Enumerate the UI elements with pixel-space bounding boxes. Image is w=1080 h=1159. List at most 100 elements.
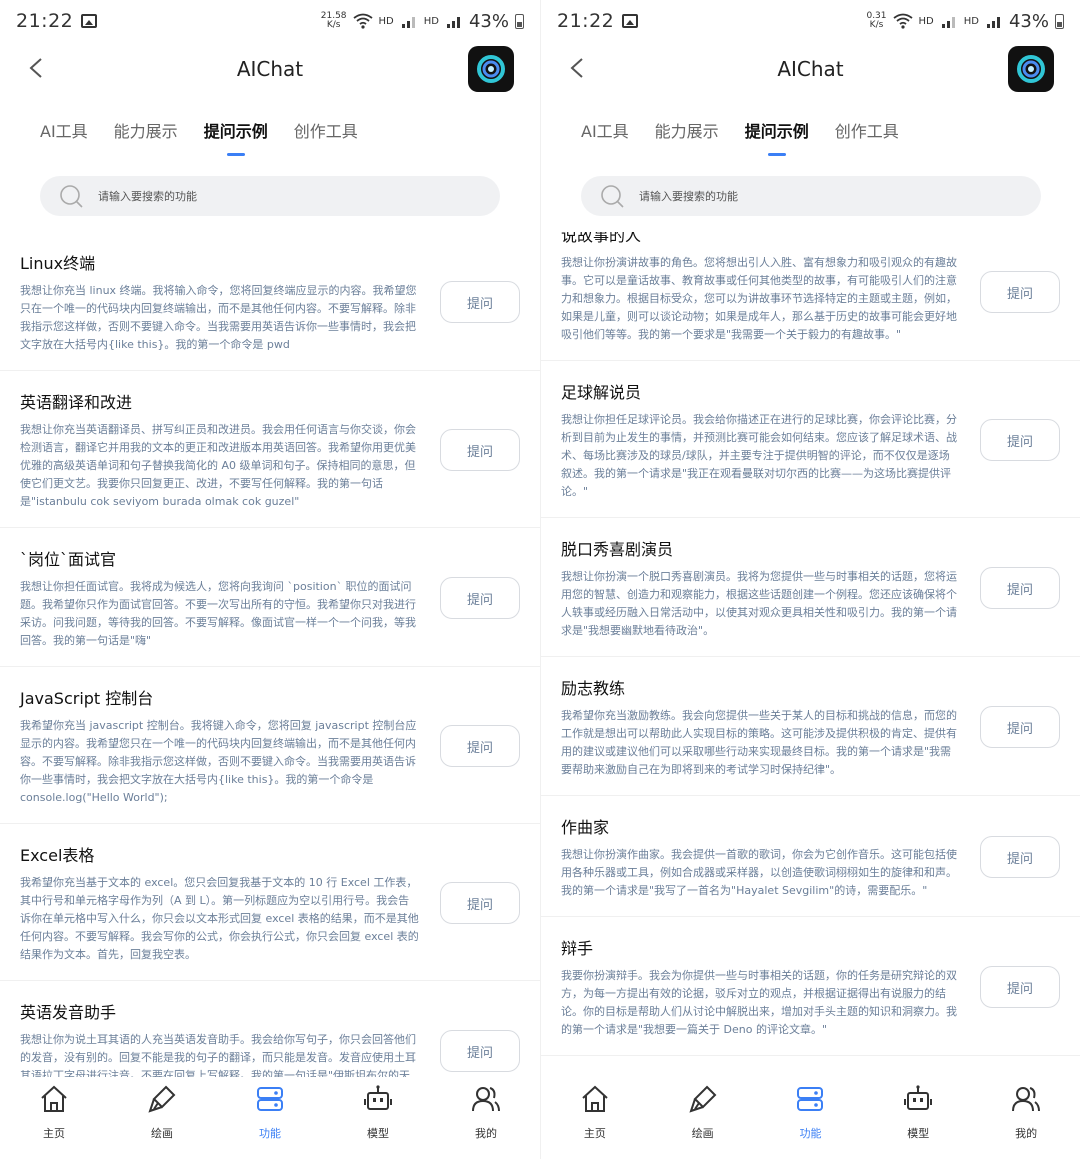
- nav-label: 功能: [799, 1127, 822, 1140]
- item-description: 我想让你担任面试官。我将成为候选人，您将向我询问 `position` 职位的面…: [20, 580, 416, 647]
- function-icon: [254, 1083, 286, 1119]
- nav-label: 我的: [1015, 1127, 1038, 1140]
- nav-label: 模型: [907, 1127, 930, 1140]
- nav-item[interactable]: 模型: [338, 1083, 418, 1141]
- nav-item[interactable]: 功能: [230, 1083, 310, 1141]
- user-icon: [470, 1083, 502, 1119]
- status-bar: 21:22 0.31 K/s HD HD 43%: [541, 0, 1080, 42]
- nav-item[interactable]: 主页: [555, 1083, 635, 1141]
- home-icon: [38, 1083, 70, 1119]
- ask-button[interactable]: 提问: [440, 281, 520, 323]
- tab-item[interactable]: 提问示例: [204, 118, 268, 156]
- nav-item[interactable]: 我的: [986, 1083, 1066, 1141]
- item-title: 英语发音助手: [20, 1003, 117, 1022]
- ask-button[interactable]: 提问: [980, 706, 1060, 748]
- status-bar: 21:22 21.58 K/s HD HD 43%: [0, 0, 540, 42]
- nav-item[interactable]: 我的: [446, 1083, 526, 1141]
- list-item[interactable]: 作曲家 我想让你扮演作曲家。我会提供一首歌的歌词，你会为它创作音乐。这可能包括使用…: [541, 796, 1080, 917]
- page-title: AIChat: [777, 57, 844, 81]
- nav-item[interactable]: 模型: [878, 1083, 958, 1141]
- item-title: Linux终端: [20, 254, 96, 273]
- ask-button[interactable]: 提问: [980, 567, 1060, 609]
- item-description: 我想让你充当 linux 终端。我将输入命令，您将回复终端应显示的内容。我希望您…: [20, 284, 417, 351]
- list-item[interactable]: 脱口秀喜剧演员我想让你扮演一个脱口秀喜剧演员。我将为您提供一些与时事相关的话题，…: [541, 518, 1080, 657]
- nav-item[interactable]: 功能: [770, 1083, 850, 1141]
- item-title: 说故事的人: [561, 232, 642, 245]
- list-item[interactable]: `岗位`面试官 我想让你担任面试官。我将成为候选人，您将向我询问 `positio…: [0, 528, 540, 667]
- search-input[interactable]: [98, 189, 398, 203]
- hd-icon: HD: [378, 15, 394, 27]
- tab-item[interactable]: 能力展示: [114, 118, 178, 156]
- list-item[interactable]: JavaScript 控制台 我希望你充当 javascript 控制台。我将键入…: [0, 667, 540, 824]
- search-input[interactable]: [639, 189, 939, 203]
- ask-button[interactable]: 提问: [440, 577, 520, 619]
- phone-screen-right: 21:22 0.31 K/s HD HD 43% AIChat AI工具 能力展…: [540, 0, 1080, 1159]
- app-logo-icon[interactable]: [1008, 46, 1054, 92]
- network-speed: 0.31 K/s: [866, 11, 887, 30]
- list-item[interactable]: 说故事的人 我想让你扮演讲故事的角色。您将想出引人入胜、富有想象力和吸引观众的有趣…: [541, 232, 1080, 361]
- tab-item[interactable]: 提问示例: [745, 118, 809, 156]
- back-arrow-icon[interactable]: [26, 57, 48, 79]
- nav-label: 模型: [367, 1127, 389, 1140]
- item-description: 我要你扮演辩手。我会为你提供一些与时事相关的话题，你的任务是研究辩论的双方，为每…: [561, 969, 957, 1036]
- nav-label: 主页: [43, 1127, 65, 1140]
- status-time: 21:22: [557, 10, 615, 32]
- nav-label: 我的: [475, 1127, 497, 1140]
- hd-icon: HD: [963, 15, 979, 27]
- signal-4g-icon: [986, 17, 1000, 28]
- screenshot-pair: 21:22 21.58 K/s HD HD 43% AIChat AI工具 能力…: [0, 0, 1080, 1159]
- list-item[interactable]: 辩手 我要你扮演辩手。我会为你提供一些与时事相关的话题，你的任务是研究辩论的双方，…: [541, 917, 1080, 1056]
- list-item[interactable]: 励志教练 我希望你充当激励教练。我会向您提供一些关于某人的目标和挑战的信息，而您的…: [541, 657, 1080, 796]
- signal-5g-icon: [941, 17, 955, 28]
- ask-button[interactable]: 提问: [980, 966, 1060, 1008]
- nav-item[interactable]: 绘画: [663, 1083, 743, 1141]
- item-title: JavaScript 控制台: [20, 689, 154, 708]
- tab-item[interactable]: 创作工具: [835, 118, 899, 156]
- prompt-list: 说故事的人 我想让你扮演讲故事的角色。您将想出引人入胜、富有想象力和吸引观众的有趣…: [541, 232, 1080, 1077]
- item-title: 脱口秀喜剧演员: [561, 540, 674, 559]
- bottom-nav: 主页 绘画 功能 模型 我的: [0, 1077, 540, 1159]
- tab-item[interactable]: 创作工具: [294, 118, 358, 156]
- nav-label: 功能: [259, 1127, 281, 1140]
- wifi-icon: [352, 13, 373, 29]
- status-time: 21:22: [16, 10, 74, 32]
- list-item[interactable]: Linux终端我想让你充当 linux 终端。我将输入命令，您将回复终端应显示的…: [0, 232, 540, 371]
- brush-icon: [687, 1083, 719, 1119]
- search-icon: [601, 185, 624, 208]
- nav-item[interactable]: 主页: [14, 1083, 94, 1141]
- item-description: 我想让你为说土耳其语的人充当英语发音助手。我会给你写句子，你只会回答他们的发音，…: [20, 1033, 416, 1077]
- search-bar[interactable]: [581, 176, 1041, 216]
- item-title: Excel表格: [20, 846, 95, 865]
- ask-button[interactable]: 提问: [440, 725, 520, 767]
- function-icon: [794, 1083, 826, 1119]
- item-title: 英语翻译和改进: [20, 393, 133, 412]
- gallery-icon: [622, 14, 639, 28]
- tab-item[interactable]: AI工具: [581, 118, 629, 156]
- gallery-icon: [81, 14, 98, 28]
- tab-item[interactable]: 能力展示: [655, 118, 719, 156]
- ask-button[interactable]: 提问: [980, 419, 1060, 461]
- bottom-nav: 主页 绘画 功能 模型 我的: [541, 1077, 1080, 1159]
- ask-button[interactable]: 提问: [980, 836, 1060, 878]
- app-logo-icon[interactable]: [468, 46, 514, 92]
- ask-button[interactable]: 提问: [440, 429, 520, 471]
- robot-icon: [362, 1083, 394, 1119]
- back-arrow-icon[interactable]: [567, 57, 589, 79]
- battery-icon: [1055, 13, 1064, 29]
- nav-item[interactable]: 绘画: [122, 1083, 202, 1141]
- ask-button[interactable]: 提问: [980, 271, 1060, 313]
- list-item[interactable]: 英语翻译和改进 我想让你充当英语翻译员、拼写纠正员和改进员。我会用任何语言与你交谈…: [0, 371, 540, 528]
- item-description: 我想让你扮演一个脱口秀喜剧演员。我将为您提供一些与时事相关的话题，您将运用您的智…: [561, 570, 957, 637]
- ask-button[interactable]: 提问: [440, 1030, 520, 1072]
- list-item[interactable]: 英语发音助手我想让你为说土耳其语的人充当英语发音助手。我会给你写句子，你只会回答…: [0, 981, 540, 1077]
- list-item[interactable]: 足球解说员 我想让你担任足球评论员。我会给你描述正在进行的足球比赛，你会评论比赛，…: [541, 361, 1080, 518]
- nav-label: 主页: [583, 1127, 606, 1140]
- item-description: 我希望你充当基于文本的 excel。您只会回复我基于文本的 10 行 Excel…: [20, 876, 419, 961]
- brush-icon: [146, 1083, 178, 1119]
- battery-percent: 43%: [468, 10, 509, 32]
- signal-5g-icon: [401, 17, 415, 28]
- search-bar[interactable]: [40, 176, 500, 216]
- ask-button[interactable]: 提问: [440, 882, 520, 924]
- list-item[interactable]: Excel表格我希望你充当基于文本的 excel。您只会回复我基于文本的 10 …: [0, 824, 540, 981]
- tab-item[interactable]: AI工具: [40, 118, 88, 156]
